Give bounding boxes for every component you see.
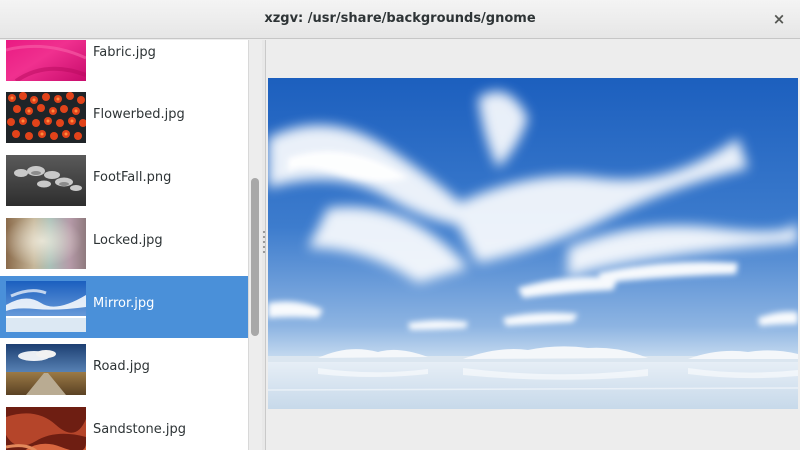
title-bar[interactable]: xzgv: /usr/share/backgrounds/gnome × <box>0 0 800 39</box>
thumbnail-image <box>6 218 86 269</box>
thumbnail-image <box>6 92 86 143</box>
scrollbar-thumb[interactable] <box>251 178 259 336</box>
close-icon[interactable]: × <box>770 9 788 29</box>
file-item-locked[interactable]: Locked.jpg <box>0 213 248 275</box>
displayed-image[interactable] <box>268 78 798 409</box>
file-name: Flowerbed.jpg <box>93 107 185 122</box>
thumbnail-image <box>6 155 86 206</box>
file-name: Locked.jpg <box>93 233 163 248</box>
file-name: Sandstone.jpg <box>93 422 187 437</box>
thumbnail-image <box>6 40 86 81</box>
grip-dot <box>263 236 265 238</box>
grip-dot <box>263 251 265 253</box>
grip-dot <box>263 231 265 233</box>
grip-dot <box>263 246 265 248</box>
thumbnail-image <box>6 407 86 450</box>
file-item-mirror[interactable]: Mirror.jpg <box>0 276 248 338</box>
file-name: Fabric.jpg <box>93 45 156 60</box>
grip-dot <box>263 241 265 243</box>
file-item-fabric[interactable]: Fabric.jpg <box>0 40 248 87</box>
file-item-sandstone[interactable]: Sandstone.jpg <box>0 402 248 450</box>
app-window: xzgv: /usr/share/backgrounds/gnome × Fab… <box>0 0 800 450</box>
file-item-flowerbed[interactable]: Flowerbed.jpg <box>0 87 248 149</box>
file-list[interactable]: Fabric.jpg Flowerbed.jpg FootFall.png Lo… <box>0 40 262 450</box>
thumbnail-image <box>6 344 86 395</box>
file-item-footfall[interactable]: FootFall.png <box>0 150 248 212</box>
file-item-road[interactable]: Road.jpg <box>0 339 248 401</box>
thumbnail-image <box>6 281 86 332</box>
file-name: Mirror.jpg <box>93 296 155 311</box>
window-title: xzgv: /usr/share/backgrounds/gnome <box>264 11 536 26</box>
pane-divider-handle[interactable] <box>262 40 266 450</box>
file-name: Road.jpg <box>93 359 150 374</box>
file-name: FootFall.png <box>93 170 172 185</box>
